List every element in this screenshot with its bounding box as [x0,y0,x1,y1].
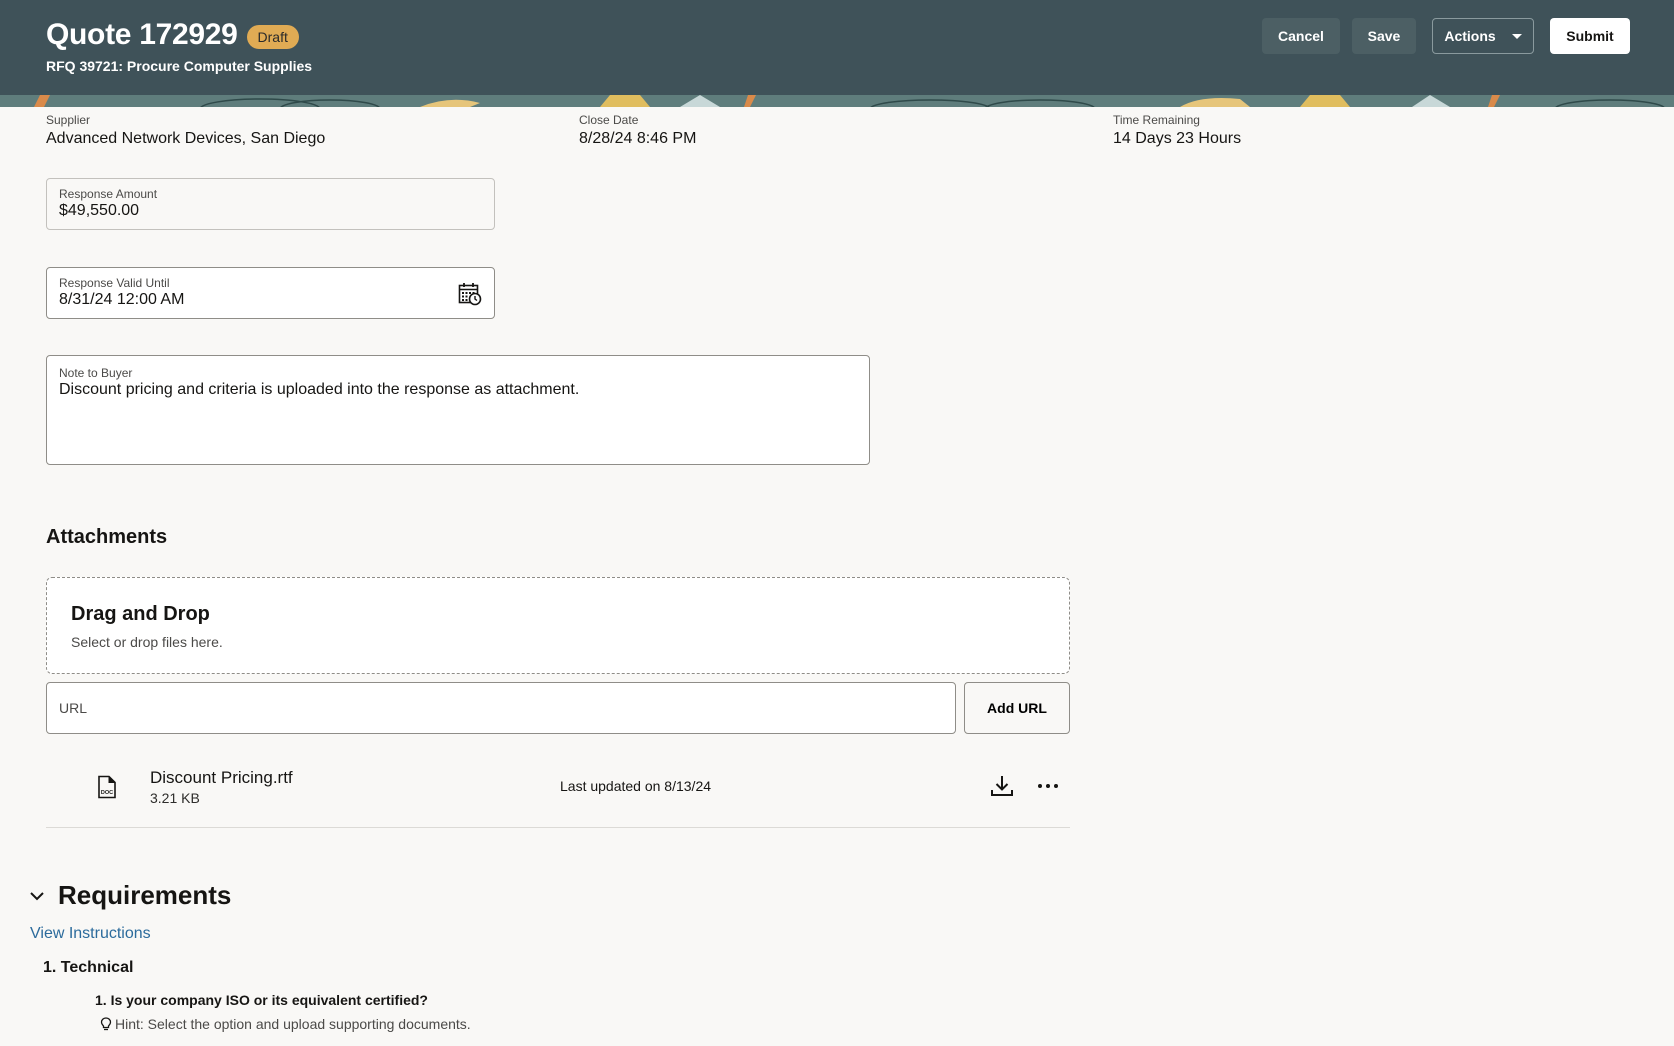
svg-text:DOC: DOC [101,790,113,796]
title-row: Quote 172929 Draft [46,18,299,52]
attachment-row[interactable]: DOC Discount Pricing.rtf 3.21 KB Last up… [46,756,1070,828]
time-remaining-label: Time Remaining [1113,113,1200,127]
chevron-down-icon[interactable] [28,887,46,905]
attachments-heading: Attachments [46,526,168,548]
page-header: Quote 172929 Draft RFQ 39721: Procure Co… [0,0,1674,95]
decorative-banner [0,95,1674,107]
url-placeholder: URL [59,700,88,716]
response-amount-field: Response Amount $49,550.00 [46,178,495,230]
response-amount-label: Response Amount [59,187,158,201]
supplier-label: Supplier [46,113,91,127]
actions-menu-button[interactable]: Actions [1432,18,1534,54]
requirement-hint: Hint: Select the option and upload suppo… [99,1016,471,1032]
requirements-toggle[interactable]: Requirements [28,880,231,911]
file-dropzone[interactable]: Drag and Drop Select or drop files here. [46,577,1070,674]
view-instructions-link[interactable]: View Instructions [30,925,151,943]
lightbulb-icon [100,1017,112,1031]
response-valid-until-label: Response Valid Until [59,276,170,290]
actions-label: Actions [1444,28,1496,44]
time-remaining-info: Time Remaining 14 Days 23 Hours [1113,113,1241,148]
attachment-updated: Last updated on 8/13/24 [560,778,712,794]
add-url-button[interactable]: Add URL [964,682,1070,734]
requirement-question: 1. Is your company ISO or its equivalent… [95,992,428,1008]
download-icon[interactable] [988,772,1016,800]
submit-button[interactable]: Submit [1550,18,1630,54]
time-remaining-value: 14 Days 23 Hours [1113,130,1242,147]
close-date-value: 8/28/24 8:46 PM [579,130,697,147]
close-date-info: Close Date 8/28/24 8:46 PM [579,113,696,148]
supplier-info: Supplier Advanced Network Devices, San D… [46,113,325,148]
close-date-label: Close Date [579,113,639,127]
cancel-button[interactable]: Cancel [1262,18,1340,54]
page-subtitle: RFQ 39721: Procure Computer Supplies [46,58,313,74]
attachment-name[interactable]: Discount Pricing.rtf [150,768,293,788]
note-to-buyer-field[interactable]: Note to Buyer Discount pricing and crite… [46,355,870,465]
dropzone-title: Drag and Drop [71,603,210,625]
dropzone-subtitle: Select or drop files here. [71,634,223,650]
url-input[interactable]: URL [46,682,956,734]
response-amount-value: $49,550.00 [59,202,140,219]
requirement-section-title: 1. Technical [43,959,134,976]
status-badge: Draft [246,24,299,49]
calendar-clock-icon[interactable] [458,282,482,306]
more-options-icon[interactable] [1034,772,1062,800]
hint-text: Hint: Select the option and upload suppo… [115,1016,471,1032]
response-valid-until-value[interactable]: 8/31/24 12:00 AM [59,291,482,309]
note-to-buyer-value[interactable]: Discount pricing and criteria is uploade… [59,381,857,399]
page-title: Quote 172929 [46,18,238,51]
attachment-size: 3.21 KB [150,790,200,806]
save-button[interactable]: Save [1352,18,1416,54]
response-valid-until-field[interactable]: Response Valid Until 8/31/24 12:00 AM [46,267,495,319]
note-to-buyer-label: Note to Buyer [59,366,133,380]
caret-down-icon [1511,33,1522,39]
supplier-value: Advanced Network Devices, San Diego [46,130,326,147]
doc-file-icon: DOC [98,775,116,799]
requirements-heading: Requirements [58,880,232,910]
